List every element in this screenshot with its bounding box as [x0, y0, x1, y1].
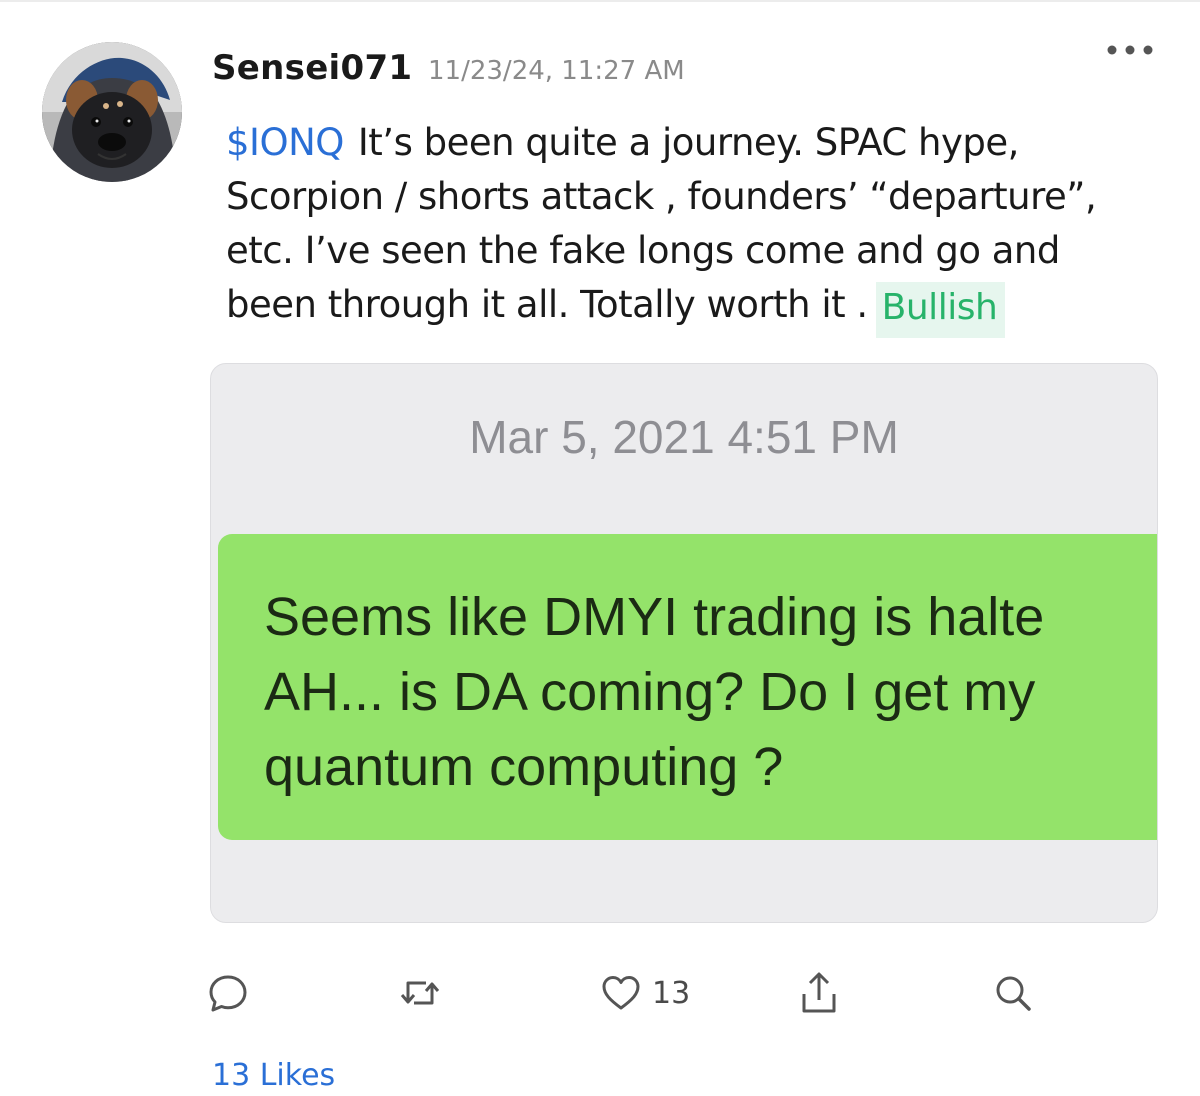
- avatar[interactable]: [42, 42, 182, 182]
- top-divider: [0, 0, 1200, 2]
- post-body: $IONQ It’s been quite a journey. SPAC hyp…: [226, 116, 1156, 338]
- more-dots-icon: [1107, 45, 1153, 55]
- post-line: Scorpion / shorts attack , founders’ “de…: [226, 175, 1097, 218]
- like-button[interactable]: 13: [600, 968, 690, 1018]
- likes-summary-link[interactable]: 13 Likes: [212, 1056, 335, 1096]
- reply-bubble-icon: [209, 975, 247, 1012]
- more-options-button[interactable]: [1100, 38, 1160, 62]
- message-line: quantum computing ?: [264, 737, 784, 797]
- repost-button[interactable]: [398, 968, 442, 1018]
- share-icon: [802, 972, 836, 1013]
- post-line: $IONQ It’s been quite a journey. SPAC hyp…: [226, 116, 1156, 170]
- avatar-image: [42, 42, 182, 182]
- heart-icon: [602, 976, 640, 1010]
- search-icon: [996, 976, 1031, 1011]
- username[interactable]: Sensei071: [212, 48, 412, 88]
- reply-button[interactable]: [206, 968, 250, 1018]
- post-line: been through it all. Totally worth it .B…: [226, 278, 1156, 338]
- post-line-text: It’s been quite a journey. SPAC hype,: [357, 121, 1019, 164]
- message-date: Mar 5, 2021 4:51 PM: [469, 411, 899, 463]
- sentiment-badge: Bullish: [875, 282, 1006, 338]
- repost-icon: [400, 981, 440, 1005]
- attached-image[interactable]: Mar 5, 2021 4:51 PM Seems like DMYI trad…: [210, 363, 1158, 923]
- post-line: etc. I’ve seen the fake longs come and g…: [226, 229, 1060, 272]
- ticker-link[interactable]: $IONQ: [226, 121, 344, 164]
- message-bubble: Seems like DMYI trading is halte AH... i…: [218, 534, 1157, 840]
- post-timestamp: 11/23/24, 11:27 AM: [428, 56, 685, 86]
- message-line: Seems like DMYI trading is halte: [264, 587, 1045, 647]
- post-line-text: been through it all. Totally worth it .: [226, 283, 868, 326]
- message-text: Seems like DMYI trading is halte AH... i…: [264, 580, 1044, 805]
- share-button[interactable]: [798, 968, 840, 1018]
- message-line: AH... is DA coming? Do I get my: [264, 662, 1036, 722]
- like-count: 13: [652, 975, 691, 1011]
- search-button[interactable]: [992, 968, 1034, 1018]
